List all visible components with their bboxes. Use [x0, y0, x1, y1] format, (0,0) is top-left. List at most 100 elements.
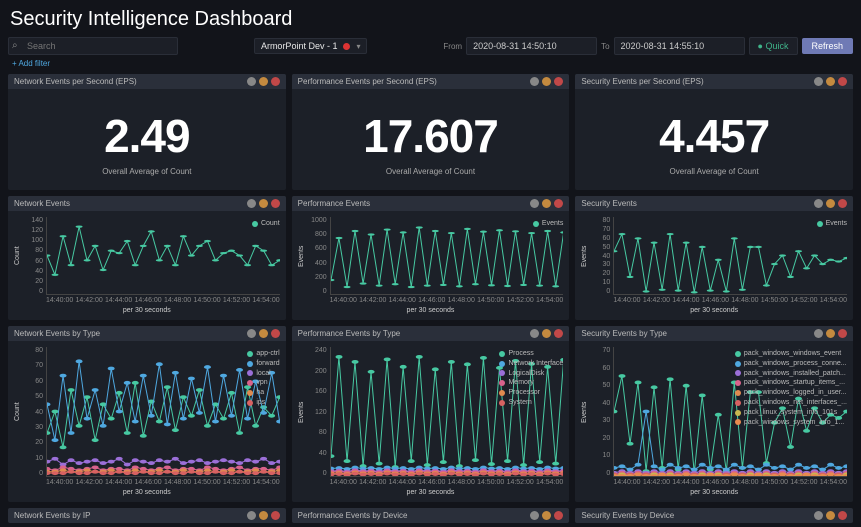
panel-action-icon[interactable] — [247, 511, 256, 520]
panel-title: Security Events per Second (EPS) — [581, 77, 814, 86]
panel-title: Security Events — [581, 199, 814, 208]
legend-item: Process — [508, 349, 533, 359]
to-input[interactable] — [614, 37, 745, 55]
panel-sec-dev: Security Events by Device — [575, 508, 853, 523]
panel-action-icon[interactable] — [554, 77, 563, 86]
legend-item: pack_windows_net_interfaces_... — [744, 398, 847, 408]
chart-perf: Events 10008006004002000 Events — [298, 217, 564, 295]
panel-action-icon[interactable] — [271, 329, 280, 338]
panel-net-ip: Network Events by IP — [8, 508, 286, 523]
metric-value: 17.607 — [292, 109, 570, 163]
panel-sec: Security Events Events 80706050403020100… — [575, 196, 853, 320]
legend-item: LogicalDisk — [508, 369, 544, 379]
panel-action-icon[interactable] — [259, 77, 268, 86]
panel-action-icon[interactable] — [542, 511, 551, 520]
panel-title: Performance Events — [298, 199, 531, 208]
metric-value: 2.49 — [8, 109, 286, 163]
y-axis-label: Count — [14, 347, 24, 477]
y-axis-label: Events — [581, 347, 591, 477]
panel-title: Network Events per Second (EPS) — [14, 77, 247, 86]
panel-action-icon[interactable] — [542, 199, 551, 208]
panel-action-icon[interactable] — [530, 329, 539, 338]
metric-sub: Overall Average of Count — [8, 167, 286, 190]
refresh-button[interactable]: Refresh — [802, 38, 854, 54]
panel-action-icon[interactable] — [826, 199, 835, 208]
search-input-wrap: ⌕ — [8, 37, 178, 55]
legend-item: pack_windows_installed_patch... — [744, 369, 846, 379]
status-dot-icon — [343, 43, 350, 50]
panel-action-icon[interactable] — [826, 77, 835, 86]
panel-action-icon[interactable] — [247, 329, 256, 338]
panel-action-icon[interactable] — [814, 511, 823, 520]
legend-item: app-ctrl — [256, 349, 279, 359]
quick-button[interactable]: ● Quick — [749, 37, 798, 55]
search-input[interactable] — [8, 37, 178, 55]
legend-item: ha — [256, 388, 264, 398]
panel-action-icon[interactable] — [838, 511, 847, 520]
from-input[interactable] — [466, 37, 597, 55]
legend-item: Events — [542, 219, 563, 229]
panel-title: Network Events by IP — [14, 511, 247, 520]
panel-action-icon[interactable] — [530, 511, 539, 520]
metric-sub: Overall Average of Count — [575, 167, 853, 190]
panel-title: Performance Events by Device — [298, 511, 531, 520]
x-axis-label: per 30 seconds — [14, 304, 280, 314]
y-axis-label: Count — [14, 217, 24, 295]
panel-action-icon[interactable] — [838, 77, 847, 86]
panel-action-icon[interactable] — [271, 511, 280, 520]
chart-net-type: Count 80706050403020100 app-ctrlforwardl… — [14, 347, 280, 477]
add-filter-link[interactable]: + Add filter — [0, 57, 861, 70]
legend-item: Count — [261, 219, 280, 229]
source-selector[interactable]: ArmorPoint Dev - 1 ▾ — [254, 38, 368, 54]
panel-action-icon[interactable] — [259, 511, 268, 520]
legend-item: pack_windows_system_info_1... — [744, 418, 844, 428]
panel-sec-eps: Security Events per Second (EPS) 4.457 O… — [575, 74, 853, 190]
panel-action-icon[interactable] — [271, 199, 280, 208]
panel-action-icon[interactable] — [530, 199, 539, 208]
panel-action-icon[interactable] — [247, 77, 256, 86]
panel-action-icon[interactable] — [826, 329, 835, 338]
panel-action-icon[interactable] — [530, 77, 539, 86]
from-label: From — [443, 42, 462, 51]
panel-action-icon[interactable] — [838, 199, 847, 208]
panel-perf-dev: Performance Events by Device — [292, 508, 570, 523]
panel-action-icon[interactable] — [259, 329, 268, 338]
y-axis-label: Events — [298, 217, 308, 295]
legend-item: local — [256, 369, 270, 379]
panel-action-icon[interactable] — [247, 199, 256, 208]
x-axis: 14:40:0014:42:0014:44:0014:46:0014:48:00… — [14, 295, 280, 304]
panel-action-icon[interactable] — [814, 199, 823, 208]
page-title: Security Intelligence Dashboard — [10, 8, 851, 31]
legend-item: Memory — [508, 378, 533, 388]
x-axis-label: per 30 seconds — [298, 486, 564, 496]
panel-title: Network Events by Type — [14, 329, 247, 338]
panel-sec-type: Security Events by Type Events 706050403… — [575, 326, 853, 502]
panel-action-icon[interactable] — [271, 77, 280, 86]
panel-action-icon[interactable] — [542, 77, 551, 86]
x-axis-label: per 30 seconds — [14, 486, 280, 496]
panel-action-icon[interactable] — [554, 511, 563, 520]
panel-action-icon[interactable] — [259, 199, 268, 208]
legend-item: pack_windows_startup_items_... — [744, 378, 845, 388]
panel-perf-type: Performance Events by Type Events 240200… — [292, 326, 570, 502]
legend-item: Processor — [508, 388, 540, 398]
panel-title: Performance Events per Second (EPS) — [298, 77, 531, 86]
panel-net-eps: Network Events per Second (EPS) 2.49 Ove… — [8, 74, 286, 190]
legend-item: Network Interface — [508, 359, 563, 369]
panel-action-icon[interactable] — [814, 77, 823, 86]
panel-action-icon[interactable] — [838, 329, 847, 338]
panel-net: Network Events Count 140120100806040200 … — [8, 196, 286, 320]
panel-perf-eps: Performance Events per Second (EPS) 17.6… — [292, 74, 570, 190]
panel-action-icon[interactable] — [542, 329, 551, 338]
panel-action-icon[interactable] — [826, 511, 835, 520]
search-icon: ⌕ — [12, 40, 18, 51]
panel-action-icon[interactable] — [554, 329, 563, 338]
panel-action-icon[interactable] — [814, 329, 823, 338]
panel-action-icon[interactable] — [554, 199, 563, 208]
panel-title: Security Events by Device — [581, 511, 814, 520]
selector-label: ArmorPoint Dev - 1 — [261, 41, 338, 51]
chart-sec: Events 80706050403020100 Events — [581, 217, 847, 295]
legend-item: Events — [826, 219, 847, 229]
panel-perf: Performance Events Events 10008006004002… — [292, 196, 570, 320]
panel-net-type: Network Events by Type Count 80706050403… — [8, 326, 286, 502]
